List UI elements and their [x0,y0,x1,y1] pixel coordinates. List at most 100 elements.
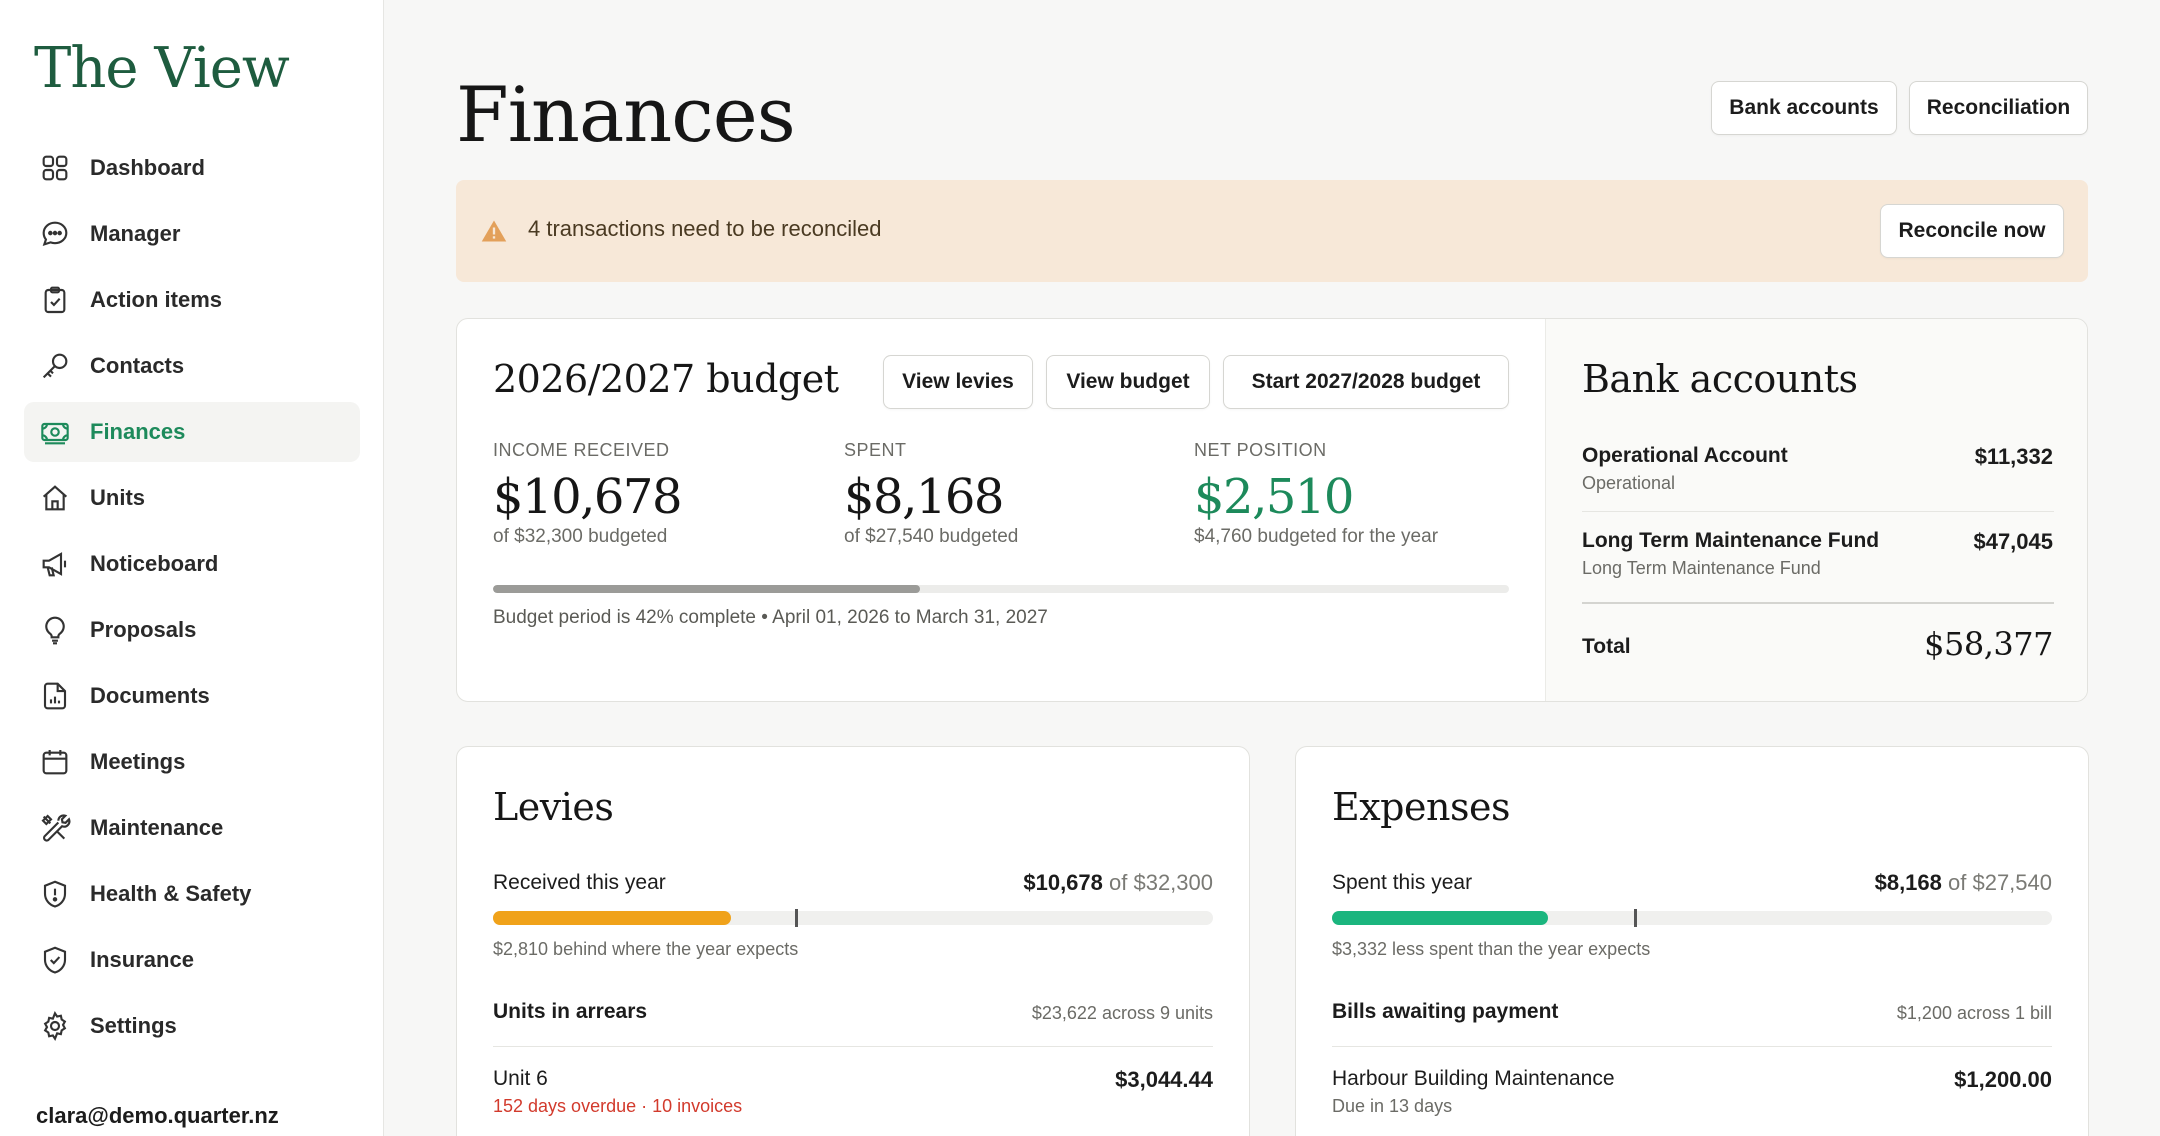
sidebar-item-dashboard[interactable]: Dashboard [24,138,360,198]
sidebar-item-noticeboard[interactable]: Noticeboard [24,534,360,594]
sidebar-item-label: Manager [90,221,181,246]
sidebar-item-maintenance[interactable]: Maintenance [24,798,360,858]
sidebar-item-label: Insurance [90,947,194,972]
net-position-sub: $4,760 budgeted for the year [1194,526,1439,547]
gear-icon [38,1009,72,1043]
levies-card: Levies Received this year $10,678 of $32… [456,746,1250,1136]
spent-label: SPENT [844,440,907,460]
brand-logo[interactable]: The View [34,36,290,101]
budget-card: 2026/2027 budget View levies View budget… [456,318,2088,702]
spent-label: Spent this year [1332,871,1473,894]
page-title: Finances [456,70,796,159]
reconciliation-button[interactable]: Reconciliation [1909,81,2088,135]
sidebar-item-finances[interactable]: Finances [24,402,360,462]
received-label: Received this year [493,871,666,894]
expected-marker [1634,909,1638,927]
home-icon [38,481,72,515]
net-position-value: $2,510 [1194,469,1354,525]
account-name[interactable]: Long Term Maintenance Fund [1582,529,1879,553]
total-amount: $58,377 [1924,625,2053,663]
sidebar-item-units[interactable]: Units [24,468,360,528]
clipboard-check-icon [38,283,72,317]
sidebar-item-label: Noticeboard [90,551,219,576]
divider [1582,602,2054,604]
net-position-label: NET POSITION [1194,440,1327,460]
bills-summary: $1,200 across 1 bill [1896,1003,2052,1023]
sidebar-item-label: Meetings [90,749,186,774]
received-value: $10,678 [1023,870,1103,895]
sidebar-item-label: Units [90,485,145,510]
sidebar-item-label: Maintenance [90,815,224,840]
arrears-unit-name[interactable]: Unit 6 [493,1067,548,1091]
bank-accounts-button[interactable]: Bank accounts [1711,81,1897,135]
divider [493,1046,1213,1047]
sidebar-item-health-safety[interactable]: Health & Safety [24,864,360,924]
sidebar-item-insurance[interactable]: Insurance [24,930,360,990]
spent-value: $8,168 [844,469,1004,525]
spent-value: $8,168 [1874,870,1942,895]
document-chart-icon [38,679,72,713]
key-icon [38,349,72,383]
lightbulb-icon [38,613,72,647]
account-amount: $11,332 [1974,444,2053,469]
warning-icon [481,220,507,242]
bills-label: Bills awaiting payment [1332,1000,1559,1023]
sidebar-item-label: Dashboard [90,155,205,180]
budget-period-progress-fill [493,585,920,593]
sidebar-item-meetings[interactable]: Meetings [24,732,360,792]
sidebar: The View Dashboard Manager Action items … [0,0,384,1136]
sidebar-item-proposals[interactable]: Proposals [24,600,360,660]
reconcile-alert: 4 transactions need to be reconciled Rec… [456,180,2088,282]
expenses-title: Expenses [1332,785,1510,829]
bill-amount: $1,200.00 [1954,1067,2052,1092]
sidebar-item-label: Settings [90,1013,177,1038]
start-next-budget-button[interactable]: Start 2027/2028 budget [1223,355,1509,409]
sidebar-item-manager[interactable]: Manager [24,204,360,264]
arrears-unit-amount: $3,044.44 [1115,1067,1213,1092]
sidebar-item-contacts[interactable]: Contacts [24,336,360,396]
shield-alert-icon [38,877,72,911]
bank-accounts-title: Bank accounts [1582,357,1858,401]
spent-of: of $27,540 [1948,870,2052,895]
sidebar-item-label: Documents [90,683,210,708]
chat-icon [38,217,72,251]
bill-vendor-name[interactable]: Harbour Building Maintenance [1332,1067,1615,1091]
sidebar-item-action-items[interactable]: Action items [24,270,360,330]
spent-sub: of $27,540 budgeted [844,526,1019,547]
alert-message: 4 transactions need to be reconciled [528,216,882,241]
sidebar-item-documents[interactable]: Documents [24,666,360,726]
bill-due-detail: Due in 13 days [1332,1096,1453,1116]
expected-marker [795,909,799,927]
view-budget-button[interactable]: View budget [1046,355,1210,409]
grid-icon [38,151,72,185]
reconcile-now-button[interactable]: Reconcile now [1880,204,2064,258]
expenses-card: Expenses Spent this year $8,168 of $27,5… [1295,746,2089,1136]
view-levies-button[interactable]: View levies [883,355,1033,409]
megaphone-icon [38,547,72,581]
sidebar-item-label: Action items [90,287,223,312]
account-type: Long Term Maintenance Fund [1582,558,1821,578]
budget-summary: 2026/2027 budget View levies View budget… [457,319,1545,701]
sidebar-item-label: Finances [90,419,186,444]
levies-note: $2,810 behind where the year expects [493,939,799,959]
levies-title: Levies [493,785,614,829]
spent-amount: $8,168 of $27,540 [1875,870,2052,896]
expenses-note: $3,332 less spent than the year expects [1332,939,1651,959]
account-name[interactable]: Operational Account [1582,444,1788,468]
divider [1332,1046,2052,1047]
sidebar-item-settings[interactable]: Settings [24,996,360,1056]
budget-period-progress [493,585,1509,593]
arrears-summary: $23,622 across 9 units [1031,1003,1213,1023]
income-label: INCOME RECEIVED [493,440,670,460]
tools-icon [38,811,72,845]
calendar-icon [38,745,72,779]
sidebar-nav: Dashboard Manager Action items Contacts … [24,138,360,1062]
received-amount: $10,678 of $32,300 [1023,870,1213,896]
sidebar-item-label: Health & Safety [90,881,252,906]
arrears-unit-detail: 152 days overdue · 10 invoices [493,1096,743,1116]
bank-accounts-panel: Bank accounts Operational Account Operat… [1545,319,2087,701]
divider [1582,511,2054,512]
budget-period-text: Budget period is 42% complete • April 01… [493,607,1048,628]
user-email[interactable]: clara@demo.quarter.nz [36,1103,279,1129]
income-value: $10,678 [493,469,683,525]
